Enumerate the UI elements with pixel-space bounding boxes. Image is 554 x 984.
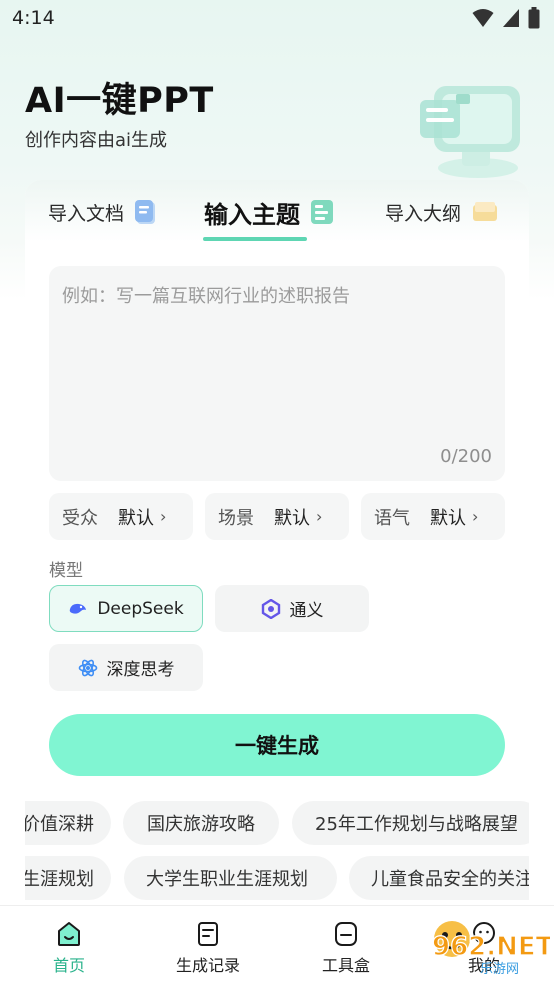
char-count: 0/200 <box>440 446 492 467</box>
nav-home[interactable]: 首页 <box>29 906 109 984</box>
topic-icon <box>311 200 333 224</box>
tab-input-topic[interactable]: 输入主题 <box>204 190 336 234</box>
status-icons <box>472 7 540 29</box>
nav-label: 首页 <box>52 956 85 975</box>
suggestion-chip[interactable]: 25年工作规划与战略展望 <box>292 801 529 845</box>
chevron-right-icon: › <box>160 507 167 526</box>
suggestion-row: 生涯规划 大学生职业生涯规划 儿童食品安全的关注 <box>25 856 529 900</box>
model-deepseek-button[interactable]: DeepSeek <box>49 585 203 632</box>
status-time: 4:14 <box>12 7 55 29</box>
model-name: 通义 <box>289 601 324 621</box>
option-value: 默认 <box>430 507 466 529</box>
model-deep-think-button[interactable]: 深度思考 <box>49 644 203 691</box>
outline-icon <box>473 202 498 221</box>
deepseek-icon <box>70 603 87 614</box>
suggestion-chip[interactable]: 儿童食品安全的关注 <box>349 856 529 900</box>
active-tab-indicator <box>203 237 307 241</box>
model-name: DeepSeek <box>97 598 184 619</box>
watermark-logo: 962.NET 乐游网 <box>430 917 550 977</box>
tab-label: 导入大纲 <box>385 202 462 225</box>
home-icon <box>58 922 80 946</box>
nav-label: 生成记录 <box>175 956 240 975</box>
option-value: 默认 <box>274 507 310 529</box>
records-icon <box>198 922 218 946</box>
option-label: 场景 <box>218 507 254 529</box>
chevron-right-icon: › <box>316 507 323 526</box>
status-bar: 4:14 <box>0 0 554 38</box>
scene-select[interactable]: 场景 默认 › <box>205 493 349 540</box>
toolbox-icon <box>335 922 357 946</box>
document-icon <box>135 200 156 224</box>
topic-placeholder: 例如：写一篇互联网行业的述职报告 <box>62 286 350 307</box>
suggestion-chip[interactable]: 生涯规划 <box>25 856 111 900</box>
page-title: AI一键PPT <box>25 81 214 121</box>
suggestion-chip[interactable]: 大学生职业生涯规划 <box>124 856 337 900</box>
signal-icon <box>503 9 519 27</box>
nav-records[interactable]: 生成记录 <box>168 906 248 984</box>
option-value: 默认 <box>118 507 154 529</box>
nav-label: 工具盒 <box>321 956 370 975</box>
model-tongyi-button[interactable]: 通义 <box>215 585 369 632</box>
tab-import-outline[interactable]: 导入大纲 <box>385 190 499 234</box>
model-name: 深度思考 <box>106 660 175 680</box>
battery-icon <box>528 7 540 29</box>
tab-label: 输入主题 <box>204 200 300 229</box>
option-label: 语气 <box>374 507 410 529</box>
deep-think-icon <box>78 659 97 676</box>
tone-select[interactable]: 语气 默认 › <box>361 493 505 540</box>
computer-illustration-icon <box>420 86 520 178</box>
watermark-text: 962.NET <box>432 932 550 962</box>
suggestion-chip[interactable]: 价值深耕 <box>25 801 111 845</box>
nav-toolbox[interactable]: 工具盒 <box>306 906 386 984</box>
suggestion-row: 价值深耕 国庆旅游攻略 25年工作规划与战略展望 <box>25 801 529 845</box>
watermark-subtext: 乐游网 <box>480 962 519 977</box>
generate-button[interactable]: 一键生成 <box>49 714 505 776</box>
option-label: 受众 <box>62 507 98 529</box>
tab-import-document[interactable]: 导入文档 <box>48 190 158 234</box>
chevron-right-icon: › <box>472 507 479 526</box>
tab-label: 导入文档 <box>48 202 125 225</box>
model-label: 模型 <box>49 561 83 581</box>
audience-select[interactable]: 受众 默认 › <box>49 493 193 540</box>
suggestion-chip[interactable]: 国庆旅游攻略 <box>123 801 279 845</box>
tongyi-icon <box>261 598 280 619</box>
wifi-icon <box>472 9 494 27</box>
page-subtitle: 创作内容由ai生成 <box>25 130 168 151</box>
